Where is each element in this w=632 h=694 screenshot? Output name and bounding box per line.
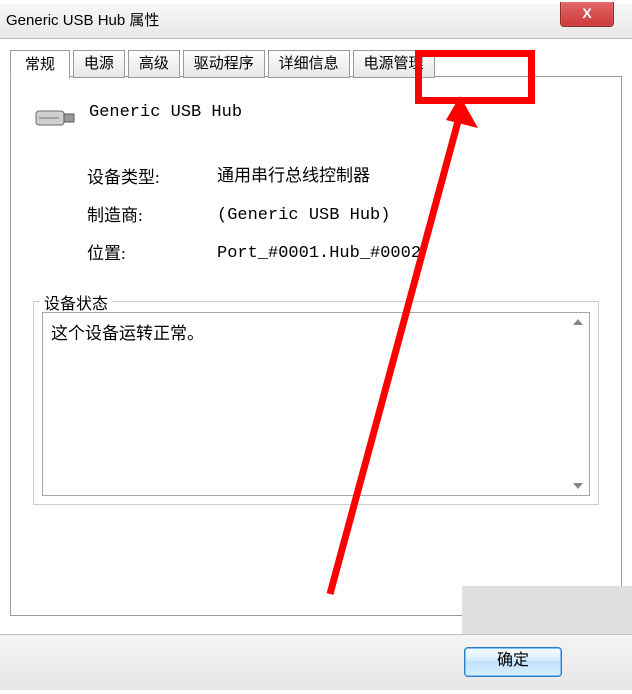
dialog-button-bar: 确定	[0, 634, 632, 690]
prop-row-location: 位置: Port_#0001.Hub_#0002	[87, 235, 599, 273]
device-properties: 设备类型: 通用串行总线控制器 制造商: (Generic USB Hub) 位…	[87, 159, 599, 273]
device-name: Generic USB Hub	[89, 101, 242, 122]
window-title: Generic USB Hub 属性	[6, 12, 159, 29]
tab-strip: 常规 电源 高级 驱动程序 详细信息 电源管理	[10, 49, 622, 77]
window-title-bar: Generic USB Hub 属性 X	[0, 4, 632, 39]
tab-powermgmt[interactable]: 电源管理	[353, 50, 435, 78]
tab-details[interactable]: 详细信息	[268, 50, 350, 78]
prop-label-type: 设备类型:	[87, 159, 217, 197]
scroll-down-icon	[573, 483, 583, 489]
scroll-up-icon	[573, 319, 583, 325]
close-button[interactable]: X	[560, 2, 614, 27]
scrollbar[interactable]	[569, 315, 587, 493]
device-status-text: 这个设备运转正常。	[51, 324, 204, 343]
device-status-group: 设备状态 这个设备运转正常。	[33, 301, 599, 505]
close-icon: X	[582, 5, 591, 21]
tab-general[interactable]: 常规	[10, 50, 70, 79]
redaction-block	[462, 586, 632, 638]
prop-row-manufacturer: 制造商: (Generic USB Hub)	[87, 197, 599, 235]
device-status-legend: 设备状态	[40, 290, 112, 314]
tab-driver[interactable]: 驱动程序	[183, 50, 265, 78]
usb-hub-icon	[33, 103, 79, 133]
tab-advanced[interactable]: 高级	[128, 50, 180, 78]
prop-label-mfr: 制造商:	[87, 197, 217, 235]
prop-row-type: 设备类型: 通用串行总线控制器	[87, 159, 599, 197]
dialog-panel: 常规 电源 高级 驱动程序 详细信息 电源管理 Generic USB Hub …	[10, 49, 622, 639]
device-status-textbox[interactable]: 这个设备运转正常。	[42, 312, 590, 496]
tab-body-general: Generic USB Hub 设备类型: 通用串行总线控制器 制造商: (Ge…	[10, 76, 622, 616]
prop-value-type: 通用串行总线控制器	[217, 159, 370, 197]
prop-label-location: 位置:	[87, 235, 217, 273]
prop-value-mfr: (Generic USB Hub)	[217, 197, 390, 235]
prop-value-location: Port_#0001.Hub_#0002	[217, 235, 421, 273]
tab-power[interactable]: 电源	[73, 50, 125, 78]
ok-button[interactable]: 确定	[464, 647, 562, 677]
